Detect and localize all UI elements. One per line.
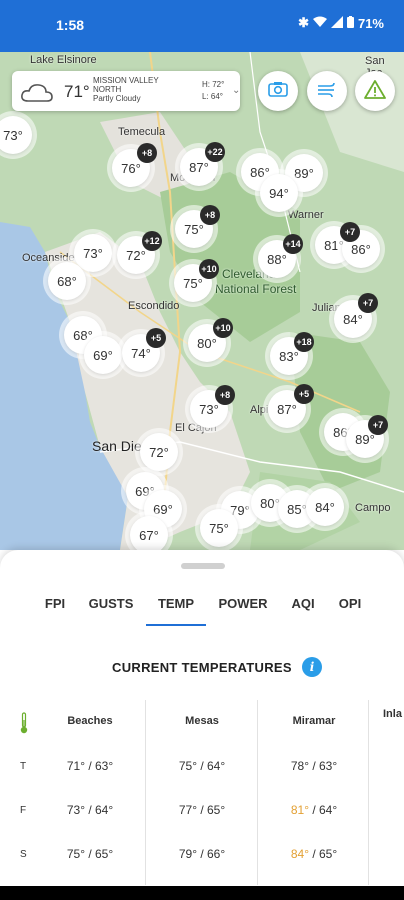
temp-marker[interactable]: 67°	[130, 516, 168, 550]
place-label: Escondido	[128, 300, 180, 312]
low-value: / 64°	[309, 803, 338, 817]
current-weather-card[interactable]: 71° MISSION VALLEY NORTH Partly Cloudy H…	[12, 71, 240, 111]
place-label: National Forest	[215, 282, 297, 296]
tab-fpi[interactable]: FPI	[43, 596, 67, 611]
tab-aqi[interactable]: AQI	[291, 596, 315, 611]
row-day-label: S	[20, 849, 27, 860]
column-header: Inla	[383, 708, 402, 720]
signal-icon	[330, 15, 343, 31]
alerts-button[interactable]	[355, 71, 395, 111]
tab-opi[interactable]: OPI	[337, 596, 363, 611]
tab-bar: FPI GUSTS TEMP POWER AQI OPI	[0, 588, 404, 628]
bottom-sheet: FPI GUSTS TEMP POWER AQI OPI CURRENT TEM…	[0, 550, 404, 886]
column-header: Beaches	[67, 715, 113, 727]
column-header: Miramar	[292, 715, 336, 727]
location-line1: MISSION VALLEY	[93, 76, 159, 85]
count-badge: +18	[294, 332, 314, 352]
count-badge: +5	[294, 384, 314, 404]
weather-location: MISSION VALLEY NORTH Partly Cloudy	[93, 76, 193, 103]
camera-button[interactable]	[258, 71, 298, 111]
map-terrain	[0, 52, 404, 550]
temp-marker[interactable]: 68°	[48, 262, 86, 300]
high-temp: H: 72°	[202, 80, 225, 89]
count-badge: +10	[213, 318, 233, 338]
column-divider	[368, 700, 369, 885]
count-badge: +14	[283, 234, 303, 254]
low-value: / 65°	[309, 847, 338, 861]
table-cell: 78° / 63°	[290, 759, 338, 773]
status-icons: ✱ 71%	[298, 15, 384, 31]
place-label: Warner	[288, 209, 324, 221]
table-cell: 81° / 64°	[274, 803, 354, 817]
place-label: Temecula	[118, 126, 166, 138]
warning-icon	[364, 79, 386, 104]
count-badge: +10	[199, 259, 219, 279]
table-cell: 79° / 66°	[178, 847, 226, 861]
count-badge: +22	[205, 142, 225, 162]
chevron-down-icon: ⌄	[232, 85, 241, 96]
weather-condition: Partly Cloudy	[93, 94, 141, 103]
column-divider	[257, 700, 258, 885]
temp-marker[interactable]: 69°	[84, 336, 122, 374]
table-cell: 71° / 63°	[66, 759, 114, 773]
battery-icon	[346, 15, 354, 31]
wind-button[interactable]	[307, 71, 347, 111]
count-badge: +7	[340, 222, 360, 242]
count-badge: +8	[200, 205, 220, 225]
system-nav-bar	[0, 886, 404, 900]
partly-cloudy-icon	[20, 81, 54, 108]
row-day-label: T	[20, 761, 27, 772]
battery-percent: 71%	[357, 15, 384, 31]
low-temp: L: 64°	[202, 92, 223, 101]
count-badge: +8	[137, 143, 157, 163]
hot-high-value: 84°	[290, 847, 309, 861]
count-badge: +5	[146, 328, 166, 348]
place-label: Lake Elsinore	[30, 54, 97, 66]
thermometer-icon	[20, 712, 28, 739]
table-cell: 75° / 65°	[66, 847, 114, 861]
tab-gusts[interactable]: GUSTS	[88, 596, 134, 611]
table-cell: 77° / 65°	[178, 803, 226, 817]
hot-high-value: 81°	[290, 803, 309, 817]
temp-marker[interactable]: 84°	[306, 488, 344, 526]
column-divider	[145, 700, 146, 885]
section-title: CURRENT TEMPERATURES	[112, 660, 292, 675]
tab-power[interactable]: POWER	[218, 596, 268, 611]
current-temp: 71°	[64, 82, 90, 101]
info-icon[interactable]: i	[302, 657, 322, 677]
table-cell: 73° / 64°	[66, 803, 114, 817]
status-time: 1:58	[56, 17, 85, 33]
wind-icon	[316, 81, 338, 102]
temp-marker[interactable]: 72°	[140, 433, 178, 471]
bluetooth-icon: ✱	[298, 15, 309, 30]
sheet-drag-handle[interactable]	[181, 563, 225, 569]
temp-marker[interactable]: 94°	[260, 174, 298, 212]
map-view[interactable]: Lake Elsinore Temecula San Jac Mountain …	[0, 52, 404, 550]
location-line2: NORTH	[93, 85, 122, 94]
status-bar: 1:58 ✱ 71%	[0, 0, 404, 52]
table-cell: 75° / 64°	[178, 759, 226, 773]
count-badge: +7	[368, 415, 388, 435]
camera-icon	[268, 81, 288, 102]
column-header: Mesas	[185, 715, 219, 727]
count-badge: +8	[215, 385, 235, 405]
place-label: Campo	[355, 502, 391, 514]
count-badge: +7	[358, 293, 378, 313]
temp-marker[interactable]: 75°	[200, 509, 238, 547]
count-badge: +12	[142, 231, 162, 251]
row-day-label: F	[20, 805, 27, 816]
tab-temp[interactable]: TEMP	[156, 596, 196, 611]
table-cell: 84° / 65°	[274, 847, 354, 861]
active-tab-indicator	[146, 624, 206, 626]
wifi-icon	[312, 16, 327, 31]
